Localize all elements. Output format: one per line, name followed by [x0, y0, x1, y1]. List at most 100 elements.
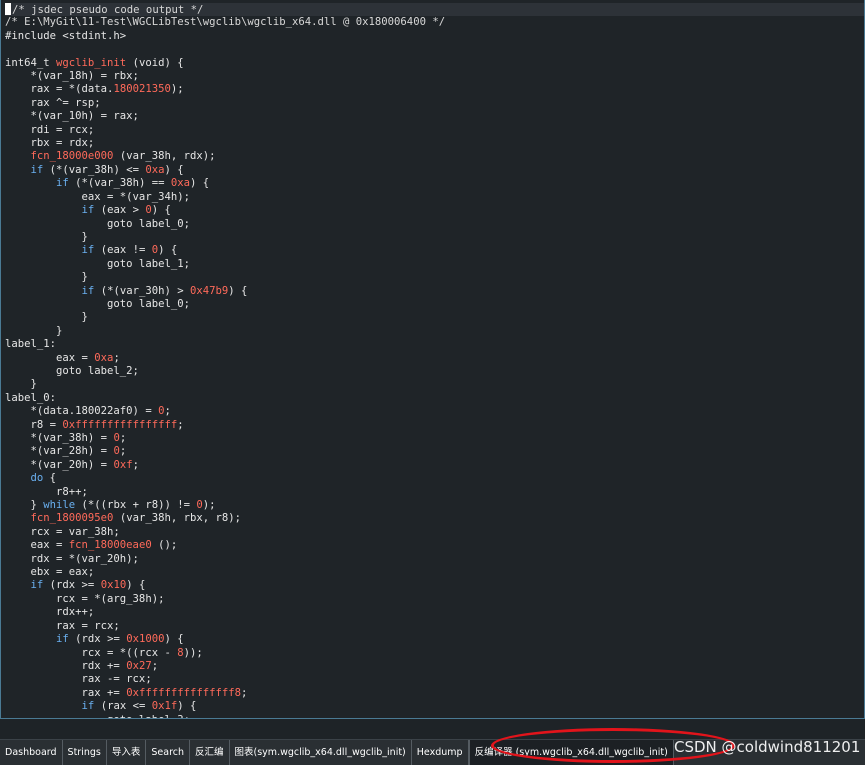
code-token-func: fcn_18000e000 — [30, 150, 114, 163]
code-line[interactable]: /* E:\MyGit\11-Test\WGCLibTest\wgclib\wg… — [5, 16, 864, 29]
code-token-text: } — [5, 311, 88, 324]
code-token-number: 0xa — [94, 351, 114, 364]
code-line[interactable]: if (rdx >= 0x10) { — [5, 579, 864, 592]
code-line[interactable]: rax += 0xfffffffffffffff8; — [5, 687, 864, 700]
code-line[interactable]: rdi = rcx; — [5, 124, 864, 137]
code-token-text: (var_38h, rbx, r8); — [113, 512, 241, 525]
code-line[interactable]: rdx += 0x27; — [5, 660, 864, 673]
code-token-text: } — [5, 271, 88, 284]
tab-0[interactable]: Dashboard — [0, 740, 63, 765]
code-line[interactable]: eax = fcn_18000eae0 (); — [5, 539, 864, 552]
code-line[interactable]: goto label_1; — [5, 258, 864, 271]
code-token-number: 0x1000 — [126, 633, 165, 646]
tab-1[interactable]: Strings — [63, 740, 107, 765]
code-token-keyword: do — [30, 472, 44, 485]
code-line[interactable]: eax = 0xa; — [5, 352, 864, 365]
code-editor[interactable]: /* jsdec pseudo code output *//* E:\MyGi… — [0, 0, 865, 719]
code-line[interactable]: if (rdx >= 0x1000) { — [5, 633, 864, 646]
code-line[interactable]: goto label_0; — [5, 298, 864, 311]
code-line[interactable]: goto label_3; — [5, 714, 864, 718]
code-token-text: r8++; — [5, 485, 88, 498]
code-line[interactable]: rbx = rdx; — [5, 137, 864, 150]
code-line[interactable]: } — [5, 378, 864, 391]
code-line[interactable]: } — [5, 325, 864, 338]
code-line[interactable]: rdx = *(var_20h); — [5, 553, 864, 566]
code-token-number: 180021350 — [113, 83, 171, 96]
code-line[interactable]: if (*(var_30h) > 0x47b9) { — [5, 285, 864, 298]
code-line[interactable]: *(var_20h) = 0xf; — [5, 459, 864, 472]
code-token-text: *(var_28h) = — [5, 445, 114, 458]
tab-3[interactable]: Search — [146, 740, 191, 765]
code-token-text: } — [5, 230, 88, 243]
code-line[interactable]: #include <stdint.h> — [5, 30, 864, 43]
code-line[interactable]: ebx = eax; — [5, 566, 864, 579]
code-line[interactable]: rax = rcx; — [5, 620, 864, 633]
code-line[interactable]: r8++; — [5, 486, 864, 499]
code-token-text: eax = — [5, 351, 95, 364]
pseudo-code-view[interactable]: /* jsdec pseudo code output *//* E:\MyGi… — [1, 0, 864, 718]
code-line[interactable]: *(data.180022af0) = 0; — [5, 405, 864, 418]
code-line[interactable]: } while (*((rbx + r8)) != 0); — [5, 499, 864, 512]
code-line[interactable]: label_1: — [5, 338, 864, 351]
code-line[interactable]: rax ^= rsp; — [5, 97, 864, 110]
code-line[interactable]: if (*(var_38h) == 0xa) { — [5, 177, 864, 190]
code-line[interactable]: fcn_1800095e0 (var_38h, rbx, r8); — [5, 512, 864, 525]
code-token-text: ; — [241, 686, 248, 699]
code-line[interactable]: } — [5, 311, 864, 324]
code-token-text: ) { — [151, 204, 171, 217]
code-token-text: rdx = *(var_20h); — [5, 552, 139, 565]
tab-2[interactable]: 导入表 — [107, 740, 147, 765]
code-token-keyword: if — [30, 579, 44, 592]
code-token-func: fcn_1800095e0 — [30, 512, 114, 525]
code-line[interactable]: } — [5, 271, 864, 284]
code-line[interactable]: if (eax > 0) { — [5, 204, 864, 217]
code-line[interactable]: rax = *(data.180021350); — [5, 83, 864, 96]
code-token-text: ); — [170, 83, 184, 96]
code-token-text: ) { — [190, 177, 210, 190]
code-line[interactable]: /* jsdec pseudo code output */ — [5, 3, 864, 17]
code-line[interactable]: rdx++; — [5, 606, 864, 619]
tab-7[interactable]: 反编译器 (sym.wgclib_x64.dll_wgclib_init) — [468, 740, 674, 765]
text-cursor — [5, 3, 11, 15]
code-line[interactable]: int64_t wgclib_init (void) { — [5, 57, 864, 70]
code-line[interactable]: goto label_2; — [5, 365, 864, 378]
code-line[interactable]: rcx = *(arg_38h); — [5, 593, 864, 606]
code-line[interactable]: do { — [5, 472, 864, 485]
code-line[interactable]: if (rax <= 0x1f) { — [5, 700, 864, 713]
code-line[interactable]: if (eax != 0) { — [5, 244, 864, 257]
code-line[interactable]: *(var_28h) = 0; — [5, 445, 864, 458]
code-token-text: ebx = eax; — [5, 566, 95, 579]
code-line[interactable]: label_0: — [5, 392, 864, 405]
code-token-text: eax = — [5, 539, 69, 552]
code-token-text: rcx = var_38h; — [5, 525, 120, 538]
code-line[interactable]: *(var_38h) = 0; — [5, 432, 864, 445]
code-line[interactable]: *(var_18h) = rbx; — [5, 70, 864, 83]
code-line[interactable] — [5, 43, 864, 56]
code-line[interactable]: goto label_0; — [5, 218, 864, 231]
code-token-type: int64_t — [5, 56, 57, 69]
code-token-text: (var_38h, rdx); — [113, 150, 216, 163]
code-token-text: rax ^= rsp; — [5, 96, 101, 109]
code-line[interactable]: fcn_18000e000 (var_38h, rdx); — [5, 150, 864, 163]
tab-6[interactable]: Hexdump — [412, 740, 469, 765]
tab-4[interactable]: 反汇编 — [190, 740, 230, 765]
code-line[interactable]: rcx = var_38h; — [5, 526, 864, 539]
code-token-text: *(var_18h) = rbx; — [5, 70, 139, 83]
code-token-text: ); — [202, 499, 216, 512]
code-line[interactable]: if (*(var_38h) <= 0xa) { — [5, 164, 864, 177]
code-token-text: (eax != — [94, 244, 152, 257]
code-token-text: (*((rbx + r8)) != — [75, 499, 197, 512]
code-token-text: *(data.180022af0) = — [5, 405, 159, 418]
code-line[interactable]: rax -= rcx; — [5, 673, 864, 686]
code-line[interactable]: } — [5, 231, 864, 244]
code-token-text: } — [5, 324, 63, 337]
code-token-text: ) { — [164, 633, 184, 646]
code-line[interactable]: eax = *(var_34h); — [5, 191, 864, 204]
code-line[interactable]: r8 = 0xffffffffffffffff; — [5, 419, 864, 432]
tab-5[interactable]: 图表(sym.wgclib_x64.dll_wgclib_init) — [230, 740, 412, 765]
code-token-text: rdx += — [5, 659, 127, 672]
code-line[interactable]: rcx = *((rcx - 8)); — [5, 647, 864, 660]
code-token-text: ) { — [228, 284, 248, 297]
code-line[interactable]: *(var_10h) = rax; — [5, 110, 864, 123]
